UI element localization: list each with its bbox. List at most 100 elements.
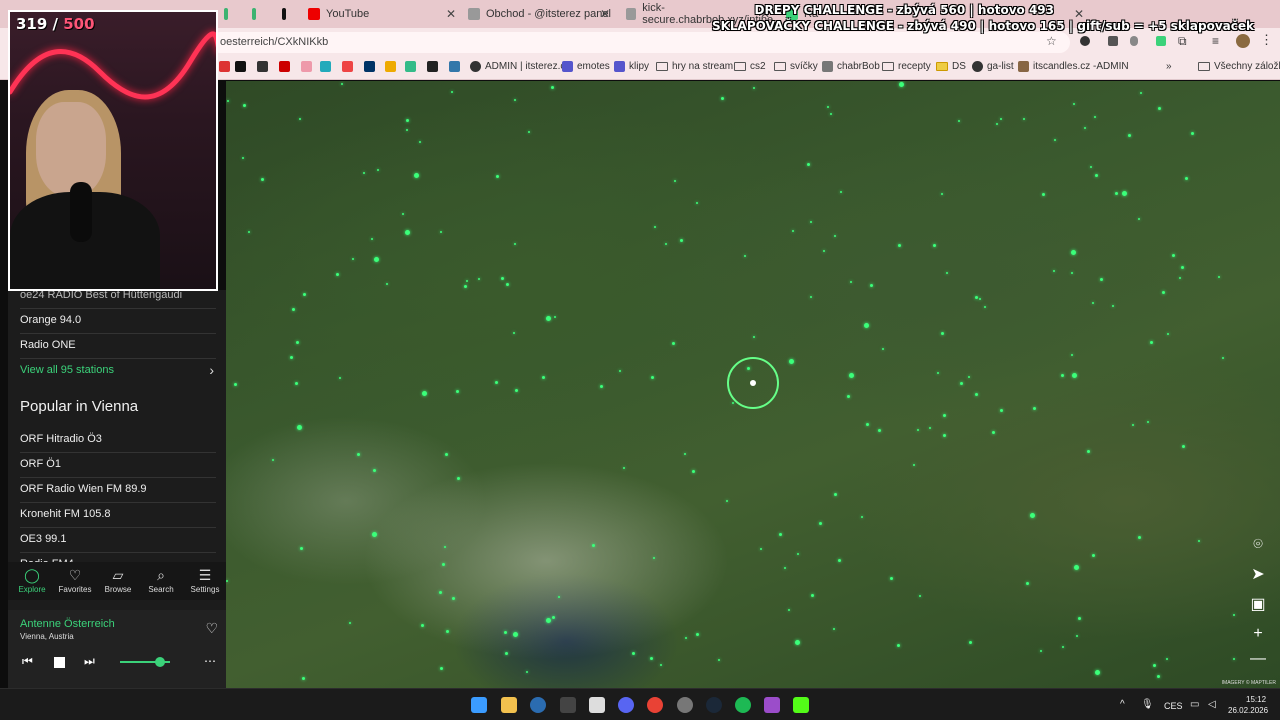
- tab-pinned-1[interactable]: [218, 4, 234, 24]
- radio-station-dot[interactable]: [243, 104, 246, 107]
- station-item[interactable]: ORF Ö1: [20, 453, 216, 478]
- radio-station-dot[interactable]: [792, 230, 794, 232]
- radio-station-dot[interactable]: [810, 221, 812, 223]
- avatar[interactable]: [1236, 34, 1250, 48]
- radio-station-dot[interactable]: [297, 425, 302, 430]
- radio-station-dot[interactable]: [1090, 166, 1092, 168]
- radio-station-dot[interactable]: [830, 113, 832, 115]
- radio-station-dot[interactable]: [840, 191, 842, 193]
- radio-station-dot[interactable]: [1138, 536, 1141, 539]
- radio-station-dot[interactable]: [1150, 341, 1153, 344]
- close-icon[interactable]: ✕: [446, 7, 456, 21]
- radio-station-dot[interactable]: [414, 173, 419, 178]
- url-input[interactable]: oesterreich/CXkNIKkb: [210, 32, 1070, 53]
- bookmark-icon-only[interactable]: [405, 61, 420, 72]
- radio-station-dot[interactable]: [526, 671, 528, 673]
- radio-station-dot[interactable]: [442, 563, 445, 566]
- volume-slider[interactable]: [120, 657, 170, 667]
- radio-station-dot[interactable]: [464, 285, 467, 288]
- radio-station-dot[interactable]: [823, 250, 825, 252]
- radio-station-dot[interactable]: [861, 516, 863, 518]
- radio-station-dot[interactable]: [452, 597, 455, 600]
- radio-station-dot[interactable]: [514, 99, 516, 101]
- bookmark-itscandles[interactable]: itscandles.cz -ADMIN: [1018, 61, 1129, 72]
- bookmark-all[interactable]: Všechny záložky: [1198, 61, 1280, 72]
- radio-station-dot[interactable]: [496, 175, 499, 178]
- radio-station-dot[interactable]: [558, 596, 560, 598]
- radio-station-dot[interactable]: [357, 453, 360, 456]
- radio-station-dot[interactable]: [726, 500, 728, 502]
- radio-station-dot[interactable]: [419, 141, 421, 143]
- radio-station-dot[interactable]: [1157, 675, 1160, 678]
- radio-station-dot[interactable]: [248, 231, 250, 233]
- bookmark-icon-only[interactable]: [449, 61, 464, 72]
- radio-station-dot[interactable]: [797, 553, 799, 555]
- radio-station-dot[interactable]: [440, 231, 442, 233]
- radio-station-dot[interactable]: [1026, 582, 1029, 585]
- radio-station-dot[interactable]: [514, 243, 516, 245]
- volume-knob[interactable]: [155, 657, 165, 667]
- radio-station-dot[interactable]: [296, 341, 299, 344]
- radio-station-dot[interactable]: [457, 477, 460, 480]
- nav-favorites[interactable]: ♡ Favorites: [55, 565, 95, 594]
- radio-station-dot[interactable]: [838, 559, 841, 562]
- radio-station-dot[interactable]: [651, 376, 654, 379]
- radio-station-dot[interactable]: [1100, 278, 1103, 281]
- radio-station-dot[interactable]: [506, 283, 509, 286]
- radio-station-dot[interactable]: [406, 129, 408, 131]
- chrome-icon[interactable]: [647, 697, 663, 713]
- station-item[interactable]: Radio FM4: [20, 553, 216, 562]
- radio-station-dot[interactable]: [623, 467, 625, 469]
- bookmark-svicky[interactable]: svíčky: [774, 61, 818, 72]
- radio-station-dot[interactable]: [303, 293, 306, 296]
- app-icon[interactable]: [764, 697, 780, 713]
- radio-station-dot[interactable]: [685, 637, 687, 639]
- radio-station-dot[interactable]: [402, 213, 404, 215]
- radio-station-dot[interactable]: [290, 356, 293, 359]
- extension-icon[interactable]: [1080, 36, 1090, 46]
- radio-station-dot[interactable]: [386, 283, 388, 285]
- discord-icon[interactable]: [618, 697, 634, 713]
- radio-station-dot[interactable]: [349, 622, 351, 624]
- ccleaner-icon[interactable]: [530, 697, 546, 713]
- bookmarks-overflow-icon[interactable]: »: [1166, 61, 1172, 72]
- zoom-out-icon[interactable]: —: [1244, 647, 1272, 671]
- steam-icon[interactable]: [706, 697, 722, 713]
- bookmark-klipy[interactable]: klipy: [614, 61, 649, 72]
- radio-station-dot[interactable]: [979, 298, 981, 300]
- radio-station-dot[interactable]: [753, 336, 755, 338]
- bookmark-icon-only[interactable]: [301, 61, 316, 72]
- radio-station-dot[interactable]: [779, 533, 782, 536]
- bookmark-icon-only[interactable]: [342, 61, 357, 72]
- radio-station-dot[interactable]: [943, 414, 946, 417]
- radio-station-dot[interactable]: [1092, 302, 1094, 304]
- radio-station-dot[interactable]: [1181, 266, 1184, 269]
- radio-station-dot[interactable]: [242, 157, 244, 159]
- radio-station-dot[interactable]: [592, 544, 595, 547]
- radio-station-dot[interactable]: [444, 546, 446, 548]
- radio-station-dot[interactable]: [1095, 670, 1100, 675]
- radio-station-dot[interactable]: [1140, 92, 1142, 94]
- radio-station-dot[interactable]: [653, 557, 655, 559]
- radio-station-dot[interactable]: [847, 395, 850, 398]
- more-menu-icon[interactable]: ⋮: [1260, 32, 1273, 48]
- bookmark-recepty[interactable]: recepty: [882, 61, 931, 72]
- radio-station-dot[interactable]: [371, 238, 373, 240]
- radio-station-dot[interactable]: [1087, 450, 1090, 453]
- radio-station-dot[interactable]: [546, 618, 551, 623]
- radio-station-dot[interactable]: [969, 641, 972, 644]
- bookmark-admin[interactable]: ADMIN | itsterez.cz: [470, 61, 570, 72]
- radio-station-dot[interactable]: [1198, 540, 1200, 542]
- radio-station-dot[interactable]: [302, 677, 305, 680]
- radio-station-dot[interactable]: [495, 381, 498, 384]
- radio-station-dot[interactable]: [1071, 250, 1076, 255]
- radio-station-dot[interactable]: [1162, 291, 1165, 294]
- radio-station-dot[interactable]: [684, 453, 686, 455]
- radio-station-dot[interactable]: [1233, 658, 1235, 660]
- radio-station-dot[interactable]: [363, 172, 365, 174]
- tray-chevron-icon[interactable]: ^: [1120, 699, 1125, 710]
- station-item[interactable]: Orange 94.0: [20, 309, 216, 334]
- radio-station-dot[interactable]: [528, 131, 530, 133]
- radio-station-dot[interactable]: [1182, 445, 1185, 448]
- favorite-heart-icon[interactable]: ♡: [205, 620, 218, 637]
